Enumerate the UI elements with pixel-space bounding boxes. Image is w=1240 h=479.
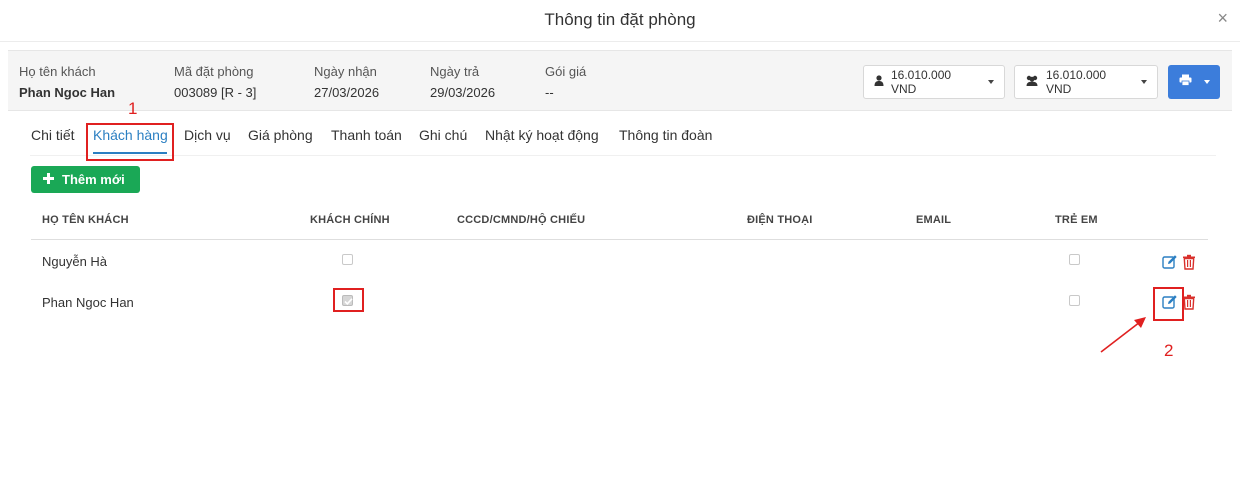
checkin-label: Ngày nhận bbox=[314, 64, 377, 79]
close-icon[interactable]: × bbox=[1217, 8, 1228, 28]
caret-down-icon bbox=[1141, 80, 1147, 84]
col-header-id: CCCD/CMND/HỘ CHIẾU bbox=[457, 214, 586, 226]
guest-label: Họ tên khách bbox=[19, 64, 96, 79]
package-info: Gói giá -- bbox=[545, 64, 586, 100]
checkout-label: Ngày trả bbox=[430, 64, 480, 79]
booking-info-bar: Họ tên khách Phan Ngoc Han Mã đặt phòng … bbox=[8, 50, 1232, 111]
annotation-arrow bbox=[1100, 317, 1146, 353]
checkin-info: Ngày nhận 27/03/2026 bbox=[314, 64, 379, 100]
add-customer-button[interactable]: Thêm mới bbox=[31, 166, 140, 193]
group-amount-dropdown[interactable]: 16.010.000 VND bbox=[1014, 65, 1158, 99]
plus-icon bbox=[43, 172, 54, 187]
guest-name-cell: Phan Ngoc Han bbox=[42, 295, 134, 310]
primary-guest-checkbox[interactable] bbox=[342, 254, 353, 265]
col-header-child: TRẺ EM bbox=[1055, 214, 1098, 226]
checkout-value: 29/03/2026 bbox=[430, 85, 496, 100]
tab-group-info[interactable]: Thông tin đoàn bbox=[619, 127, 712, 143]
package-label: Gói giá bbox=[545, 64, 587, 79]
col-header-name: HỌ TÊN KHÁCH bbox=[42, 214, 129, 226]
print-button[interactable] bbox=[1168, 65, 1220, 99]
print-icon bbox=[1179, 73, 1192, 91]
child-checkbox[interactable] bbox=[1069, 254, 1080, 265]
table-header-divider bbox=[31, 239, 1208, 240]
group-amount-value: 16.010.000 VND bbox=[1046, 68, 1107, 96]
guest-name-cell: Nguyễn Hà bbox=[42, 254, 108, 269]
tab-services[interactable]: Dịch vụ bbox=[184, 127, 231, 143]
annotation-box-primary-checkbox bbox=[333, 288, 364, 312]
tab-notes[interactable]: Ghi chú bbox=[419, 127, 467, 143]
booking-code-label: Mã đặt phòng bbox=[174, 64, 254, 79]
tab-divider bbox=[30, 155, 1216, 156]
annotation-box-edit bbox=[1153, 287, 1184, 321]
add-button-label: Thêm mới bbox=[62, 172, 125, 187]
trash-icon[interactable] bbox=[1182, 294, 1198, 310]
caret-down-icon bbox=[1203, 80, 1210, 84]
child-checkbox[interactable] bbox=[1069, 295, 1080, 306]
annotation-number-1: 1 bbox=[128, 99, 138, 118]
users-icon bbox=[1025, 75, 1039, 89]
checkout-info: Ngày trả 29/03/2026 bbox=[430, 64, 495, 100]
tab-details[interactable]: Chi tiết bbox=[31, 127, 75, 143]
tab-payment[interactable]: Thanh toán bbox=[331, 127, 402, 143]
room-amount-dropdown[interactable]: 16.010.000 VND bbox=[863, 65, 1005, 99]
annotation-box-tab bbox=[86, 123, 174, 161]
annotation-number-2: 2 bbox=[1164, 341, 1174, 360]
trash-icon[interactable] bbox=[1182, 254, 1198, 270]
checkin-value: 27/03/2026 bbox=[314, 85, 380, 100]
booking-code-value: 003089 [R - 3] bbox=[174, 85, 257, 100]
guest-info: Họ tên khách Phan Ngoc Han bbox=[19, 64, 115, 100]
room-amount-value: 16.010.000 VND bbox=[891, 68, 952, 96]
user-icon bbox=[874, 75, 884, 89]
modal-title: Thông tin đặt phòng bbox=[544, 10, 696, 29]
caret-down-icon bbox=[988, 80, 994, 84]
edit-icon[interactable] bbox=[1162, 254, 1178, 270]
col-header-primary: KHÁCH CHÍNH bbox=[310, 214, 390, 226]
package-value: -- bbox=[545, 85, 554, 100]
guest-value: Phan Ngoc Han bbox=[19, 85, 116, 100]
booking-code-info: Mã đặt phòng 003089 [R - 3] bbox=[174, 64, 256, 100]
tab-activity-log[interactable]: Nhật ký hoạt động bbox=[485, 127, 599, 143]
tab-room-rates[interactable]: Giá phòng bbox=[248, 127, 313, 143]
col-header-phone: ĐIỆN THOẠI bbox=[747, 214, 813, 226]
modal-header: Thông tin đặt phòng × bbox=[0, 0, 1240, 42]
col-header-email: EMAIL bbox=[916, 214, 952, 226]
